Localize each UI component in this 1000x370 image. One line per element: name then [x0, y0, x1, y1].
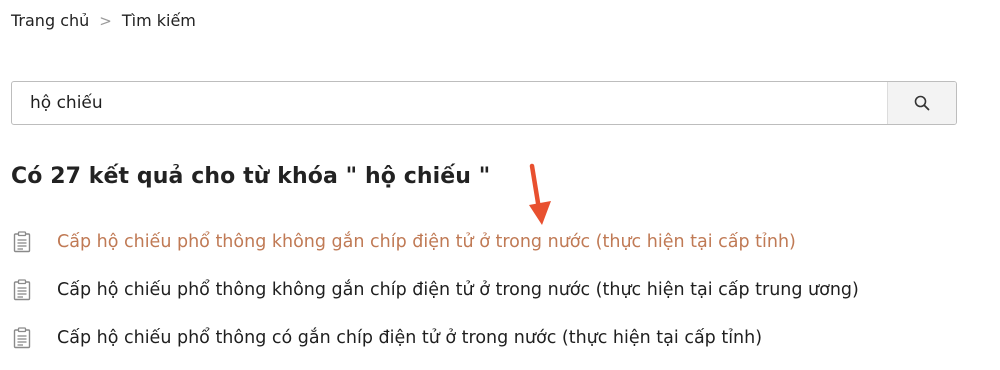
result-item: Cấp hộ chiếu phổ thông không gắn chíp đi… [11, 226, 859, 257]
result-item: Cấp hộ chiếu phổ thông có gắn chíp điện … [11, 322, 859, 353]
breadcrumb-home-link[interactable]: Trang chủ [11, 11, 89, 30]
search-button[interactable] [887, 82, 956, 124]
result-link[interactable]: Cấp hộ chiếu phổ thông không gắn chíp đi… [57, 280, 859, 300]
result-item: Cấp hộ chiếu phổ thông không gắn chíp đi… [11, 274, 859, 305]
results-list: Cấp hộ chiếu phổ thông không gắn chíp đi… [11, 226, 859, 370]
breadcrumb-current: Tìm kiếm [121, 11, 196, 30]
results-heading: Có 27 kết quả cho từ khóa " hộ chiếu " [11, 164, 491, 189]
search-icon [914, 95, 930, 111]
search-input[interactable] [12, 82, 887, 124]
annotation-arrow-icon [529, 163, 551, 225]
breadcrumb-separator: > [99, 11, 112, 30]
document-icon [11, 230, 33, 253]
document-icon [11, 278, 33, 301]
result-link[interactable]: Cấp hộ chiếu phổ thông có gắn chíp điện … [57, 328, 762, 348]
search-bar [11, 81, 957, 125]
breadcrumb: Trang chủ > Tìm kiếm [11, 11, 196, 30]
document-icon [11, 326, 33, 349]
result-link[interactable]: Cấp hộ chiếu phổ thông không gắn chíp đi… [57, 232, 796, 252]
